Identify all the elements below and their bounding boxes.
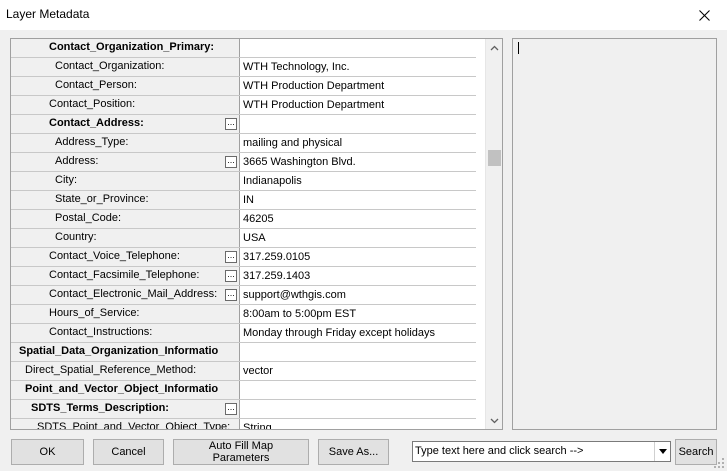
- row-label: Hours_of_Service:: [11, 305, 240, 323]
- metadata-row[interactable]: Contact_Facsimile_Telephone:... 317.259.1…: [11, 267, 476, 286]
- search-input[interactable]: Type text here and click search -->: [412, 441, 671, 462]
- row-label: Spatial_Data_Organization_Informatio: [11, 343, 240, 361]
- row-label: SDTS_Point_and_Vector_Object_Type:: [11, 419, 240, 429]
- row-value[interactable]: Indianapolis: [241, 172, 476, 190]
- row-label: Country:: [11, 229, 240, 247]
- cancel-button[interactable]: Cancel: [93, 439, 164, 465]
- chevron-down-icon: [658, 449, 667, 454]
- row-value[interactable]: [241, 343, 476, 361]
- metadata-row[interactable]: SDTS_Point_and_Vector_Object_Type: String: [11, 419, 476, 429]
- row-value[interactable]: String: [241, 419, 476, 429]
- row-label: City:: [11, 172, 240, 190]
- close-button[interactable]: [681, 0, 727, 30]
- row-label: Address_Type:: [11, 134, 240, 152]
- metadata-row[interactable]: Spatial_Data_Organization_Informatio: [11, 343, 476, 362]
- metadata-row[interactable]: Contact_Voice_Telephone:... 317.259.0105: [11, 248, 476, 267]
- row-label: Contact_Organization:: [11, 58, 240, 76]
- row-value[interactable]: 46205: [241, 210, 476, 228]
- ellipsis-button[interactable]: ...: [225, 118, 237, 130]
- row-value[interactable]: mailing and physical: [241, 134, 476, 152]
- row-label: Contact_Facsimile_Telephone:: [11, 267, 240, 285]
- row-value[interactable]: vector: [241, 362, 476, 380]
- row-value[interactable]: WTH Production Department: [241, 77, 476, 95]
- row-label: Contact_Address:: [11, 115, 240, 133]
- metadata-row[interactable]: State_or_Province: IN: [11, 191, 476, 210]
- row-value[interactable]: [241, 39, 476, 57]
- row-value[interactable]: IN: [241, 191, 476, 209]
- ellipsis-button[interactable]: ...: [225, 251, 237, 263]
- ellipsis-button[interactable]: ...: [225, 156, 237, 168]
- metadata-row[interactable]: Direct_Spatial_Reference_Method: vector: [11, 362, 476, 381]
- metadata-row[interactable]: SDTS_Terms_Description:...: [11, 400, 476, 419]
- vertical-scrollbar[interactable]: [485, 39, 502, 429]
- row-label: State_or_Province:: [11, 191, 240, 209]
- metadata-row[interactable]: Contact_Organization_Primary:: [11, 39, 476, 58]
- row-value[interactable]: Monday through Friday except holidays: [241, 324, 476, 342]
- metadata-row[interactable]: Contact_Organization: WTH Technology, Inc…: [11, 58, 476, 77]
- title-bar: Layer Metadata: [0, 0, 727, 30]
- scroll-up-button[interactable]: [486, 39, 502, 56]
- metadata-rows: Contact_Organization_Primary: Contact_Org…: [11, 39, 476, 429]
- row-value[interactable]: WTH Technology, Inc.: [241, 58, 476, 76]
- row-label: Contact_Person:: [11, 77, 240, 95]
- search-button[interactable]: Search: [675, 439, 717, 465]
- ellipsis-button[interactable]: ...: [225, 270, 237, 282]
- row-label: Contact_Organization_Primary:: [11, 39, 240, 57]
- row-value[interactable]: [241, 115, 476, 133]
- chevron-up-icon: [490, 45, 499, 50]
- close-icon: [698, 9, 710, 21]
- row-value[interactable]: 3665 Washington Blvd.: [241, 153, 476, 171]
- metadata-row[interactable]: Contact_Position: WTH Production Departme…: [11, 96, 476, 115]
- auto-fill-map-parameters-button[interactable]: Auto Fill Map Parameters: [173, 439, 309, 465]
- row-value[interactable]: WTH Production Department: [241, 96, 476, 114]
- search-dropdown-button[interactable]: [654, 442, 670, 461]
- metadata-grid: Contact_Organization_Primary: Contact_Org…: [10, 38, 503, 430]
- metadata-row[interactable]: Address_Type: mailing and physical: [11, 134, 476, 153]
- window-title: Layer Metadata: [6, 7, 90, 21]
- row-value[interactable]: 317.259.0105: [241, 248, 476, 266]
- metadata-row[interactable]: Contact_Address:...: [11, 115, 476, 134]
- row-label: Contact_Instructions:: [11, 324, 240, 342]
- chevron-down-icon: [490, 418, 499, 423]
- row-label: Point_and_Vector_Object_Informatio: [11, 381, 240, 399]
- scroll-down-button[interactable]: [486, 412, 502, 429]
- row-label: Postal_Code:: [11, 210, 240, 228]
- row-value[interactable]: [241, 381, 476, 399]
- text-caret: [518, 42, 519, 54]
- row-label: Contact_Voice_Telephone:: [11, 248, 240, 266]
- row-label: Address:: [11, 153, 240, 171]
- metadata-row[interactable]: Country: USA: [11, 229, 476, 248]
- save-as-button[interactable]: Save As...: [318, 439, 389, 465]
- metadata-row[interactable]: Contact_Electronic_Mail_Address:... suppo…: [11, 286, 476, 305]
- scroll-thumb[interactable]: [488, 150, 501, 166]
- metadata-row[interactable]: City: Indianapolis: [11, 172, 476, 191]
- metadata-row[interactable]: Address:... 3665 Washington Blvd.: [11, 153, 476, 172]
- search-input-text: Type text here and click search -->: [415, 445, 584, 457]
- row-value[interactable]: 317.259.1403: [241, 267, 476, 285]
- metadata-row[interactable]: Hours_of_Service: 8:00am to 5:00pm EST: [11, 305, 476, 324]
- resize-grip-icon[interactable]: [713, 457, 725, 469]
- row-value[interactable]: 8:00am to 5:00pm EST: [241, 305, 476, 323]
- metadata-row[interactable]: Point_and_Vector_Object_Informatio: [11, 381, 476, 400]
- row-value[interactable]: USA: [241, 229, 476, 247]
- row-label: Contact_Position:: [11, 96, 240, 114]
- row-label: Direct_Spatial_Reference_Method:: [11, 362, 240, 380]
- ellipsis-button[interactable]: ...: [225, 403, 237, 415]
- metadata-row[interactable]: Contact_Person: WTH Production Department: [11, 77, 476, 96]
- metadata-row[interactable]: Contact_Instructions: Monday through Frid…: [11, 324, 476, 343]
- ok-button[interactable]: OK: [11, 439, 84, 465]
- row-label: SDTS_Terms_Description:: [11, 400, 240, 418]
- row-value[interactable]: support@wthgis.com: [241, 286, 476, 304]
- ellipsis-button[interactable]: ...: [225, 289, 237, 301]
- row-value[interactable]: [241, 400, 476, 418]
- row-label: Contact_Electronic_Mail_Address:: [11, 286, 240, 304]
- metadata-row[interactable]: Postal_Code: 46205: [11, 210, 476, 229]
- description-textbox[interactable]: [512, 38, 717, 430]
